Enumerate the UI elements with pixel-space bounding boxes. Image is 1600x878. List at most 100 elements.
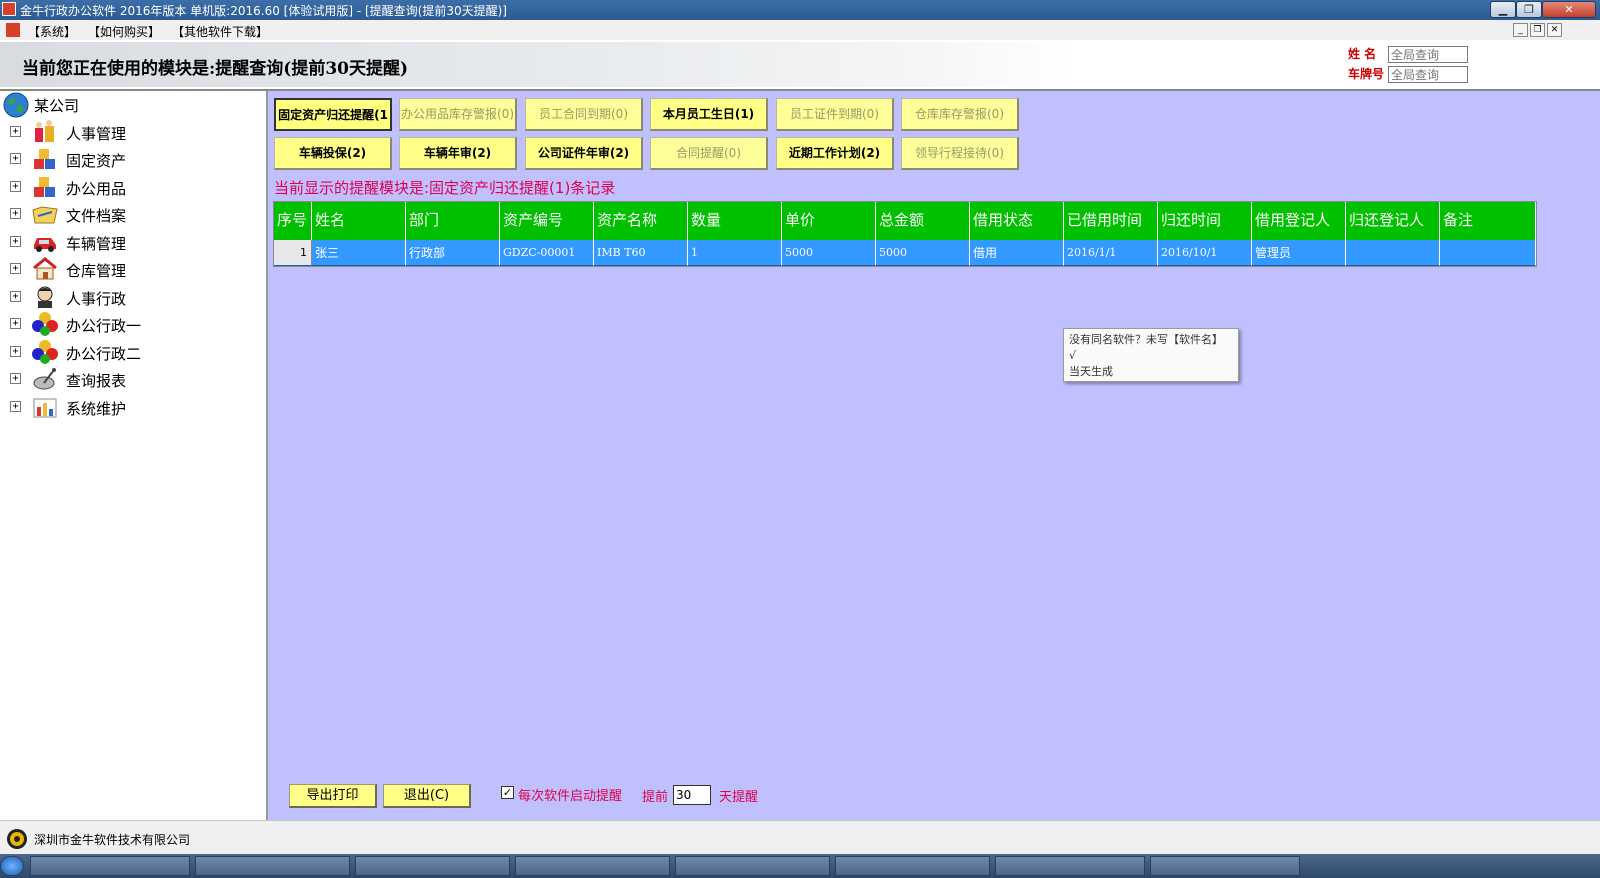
startup-reminder-checkbox[interactable]: ✓ xyxy=(501,786,514,799)
tree-item-maintenance[interactable]: + 系统维护 xyxy=(0,394,260,420)
tree-item-personnel[interactable]: + 人事管理 xyxy=(0,119,260,145)
tree-item-label: 系统维护 xyxy=(66,400,127,418)
expand-icon[interactable]: + xyxy=(10,208,21,219)
export-print-button[interactable]: 导出打印 xyxy=(289,784,377,808)
start-button[interactable] xyxy=(0,856,24,876)
column-header[interactable]: 部门 xyxy=(406,202,500,240)
table-cell[interactable]: 5000 xyxy=(782,240,876,266)
column-header[interactable]: 资产编号 xyxy=(500,202,594,240)
tab-warehouse-alert[interactable]: 仓库库存警报(0) xyxy=(901,98,1019,131)
minimize-button[interactable]: ▁ xyxy=(1490,1,1516,18)
expand-icon[interactable]: + xyxy=(10,346,21,357)
column-header[interactable]: 已借用时间 xyxy=(1064,202,1158,240)
table-cell[interactable]: 借用 xyxy=(970,240,1064,266)
house-icon xyxy=(32,257,58,281)
expand-icon[interactable]: + xyxy=(10,401,21,412)
child-restore-button[interactable]: ❐ xyxy=(1530,23,1545,37)
taskbar-item[interactable] xyxy=(995,856,1145,876)
table-cell[interactable]: 行政部 xyxy=(406,240,500,266)
menu-other-software[interactable]: 【其他软件下载】 xyxy=(172,23,268,40)
close-button[interactable]: ✕ xyxy=(1542,1,1596,18)
column-header[interactable]: 归还登记人 xyxy=(1346,202,1440,240)
expand-icon[interactable]: + xyxy=(10,373,21,384)
table-cell[interactable] xyxy=(1346,240,1440,266)
taskbar xyxy=(0,854,1600,878)
table-cell[interactable]: 5000 xyxy=(876,240,970,266)
tab-vehicle-inspection[interactable]: 车辆年审(2) xyxy=(399,137,517,170)
tree-item-documents[interactable]: + 文件档案 xyxy=(0,201,260,227)
balls-icon xyxy=(32,312,58,336)
expand-icon[interactable]: + xyxy=(10,291,21,302)
column-header[interactable]: 资产名称 xyxy=(594,202,688,240)
table-cell[interactable]: IMB T60 xyxy=(594,240,688,266)
name-search-input[interactable] xyxy=(1388,46,1468,63)
tab-work-plan[interactable]: 近期工作计划(2) xyxy=(776,137,894,170)
tab-leader-itinerary[interactable]: 领导行程接待(0) xyxy=(901,137,1019,170)
tree-item-office-supplies[interactable]: + 办公用品 xyxy=(0,174,260,200)
column-header[interactable]: 借用登记人 xyxy=(1252,202,1346,240)
tab-office-stock-alert[interactable]: 办公用品库存警报(0) xyxy=(399,98,517,131)
taskbar-item[interactable] xyxy=(195,856,350,876)
table-cell[interactable]: GDZC-00001 xyxy=(500,240,594,266)
tab-vehicle-insurance[interactable]: 车辆投保(2) xyxy=(274,137,392,170)
menu-bar: 【系统】 【如何购买】 【其他软件下载】 _ ❐ ✕ xyxy=(0,20,1600,41)
tab-birthday[interactable]: 本月员工生日(1) xyxy=(650,98,768,131)
reminder-table[interactable]: 序号 姓名 部门 资产编号 资产名称 数量 单价 总金额 借用状态 已借用时间 … xyxy=(273,201,1537,267)
expand-icon[interactable]: + xyxy=(10,126,21,137)
plate-search-input[interactable] xyxy=(1388,66,1468,83)
column-header[interactable]: 归还时间 xyxy=(1158,202,1252,240)
column-header[interactable]: 借用状态 xyxy=(970,202,1064,240)
table-cell-row-number[interactable]: 1 xyxy=(274,240,312,266)
table-cell[interactable]: 1 xyxy=(688,240,782,266)
tree-item-warehouse[interactable]: + 仓库管理 xyxy=(0,256,260,282)
column-header[interactable]: 序号 xyxy=(274,202,312,240)
tree-item-reports[interactable]: + 查询报表 xyxy=(0,366,260,392)
table-cell[interactable]: 2016/1/1 xyxy=(1064,240,1158,266)
tab-contract-expiry[interactable]: 员工合同到期(0) xyxy=(525,98,643,131)
tree-root[interactable]: 某公司 xyxy=(0,91,260,118)
table-cell[interactable]: 2016/10/1 xyxy=(1158,240,1252,266)
column-header[interactable]: 单价 xyxy=(782,202,876,240)
column-header[interactable]: 姓名 xyxy=(312,202,406,240)
tab-contract-reminder[interactable]: 合同提醒(0) xyxy=(650,137,768,170)
tab-company-cert-review[interactable]: 公司证件年审(2) xyxy=(525,137,643,170)
tree-item-vehicles[interactable]: + 车辆管理 xyxy=(0,229,260,255)
expand-icon[interactable]: + xyxy=(10,153,21,164)
tree-item-office-admin-1[interactable]: + 办公行政一 xyxy=(0,311,260,337)
tab-asset-return[interactable]: 固定资产归还提醒(1 xyxy=(274,98,392,131)
app-icon[interactable] xyxy=(2,2,16,16)
expand-icon[interactable]: + xyxy=(10,236,21,247)
table-cell[interactable] xyxy=(1440,240,1536,266)
column-header[interactable]: 数量 xyxy=(688,202,782,240)
maximize-button[interactable]: ❐ xyxy=(1516,1,1542,18)
car-icon xyxy=(32,230,58,254)
tree-item-hr-admin[interactable]: + 人事行政 xyxy=(0,284,260,310)
column-header[interactable]: 总金额 xyxy=(876,202,970,240)
table-cell[interactable]: 管理员 xyxy=(1252,240,1346,266)
expand-icon[interactable]: + xyxy=(10,263,21,274)
document-icon[interactable] xyxy=(6,23,20,37)
reminder-panel: 固定资产归还提醒(1 办公用品库存警报(0) 员工合同到期(0) 本月员工生日(… xyxy=(268,91,1600,835)
taskbar-item[interactable] xyxy=(675,856,830,876)
taskbar-item[interactable] xyxy=(835,856,990,876)
menu-how-to-buy[interactable]: 【如何购买】 xyxy=(88,23,160,40)
taskbar-item[interactable] xyxy=(30,856,190,876)
taskbar-item[interactable] xyxy=(355,856,510,876)
tree-item-label: 人事管理 xyxy=(66,125,127,143)
tree-item-fixed-assets[interactable]: + 固定资产 xyxy=(0,146,260,172)
tree-item-label: 固定资产 xyxy=(66,152,127,170)
exit-button[interactable]: 退出(C) xyxy=(383,784,471,808)
taskbar-item[interactable] xyxy=(515,856,670,876)
column-header[interactable]: 备注 xyxy=(1440,202,1536,240)
taskbar-item[interactable] xyxy=(1150,856,1300,876)
advance-days-input[interactable] xyxy=(673,785,711,805)
child-close-button[interactable]: ✕ xyxy=(1547,23,1562,37)
tab-certificate-expiry[interactable]: 员工证件到期(0) xyxy=(776,98,894,131)
expand-icon[interactable]: + xyxy=(10,318,21,329)
globe-icon xyxy=(2,92,30,118)
expand-icon[interactable]: + xyxy=(10,181,21,192)
menu-system[interactable]: 【系统】 xyxy=(28,23,76,40)
table-cell[interactable]: 张三 xyxy=(312,240,406,266)
child-minimize-button[interactable]: _ xyxy=(1513,23,1528,37)
tree-item-office-admin-2[interactable]: + 办公行政二 xyxy=(0,339,260,365)
